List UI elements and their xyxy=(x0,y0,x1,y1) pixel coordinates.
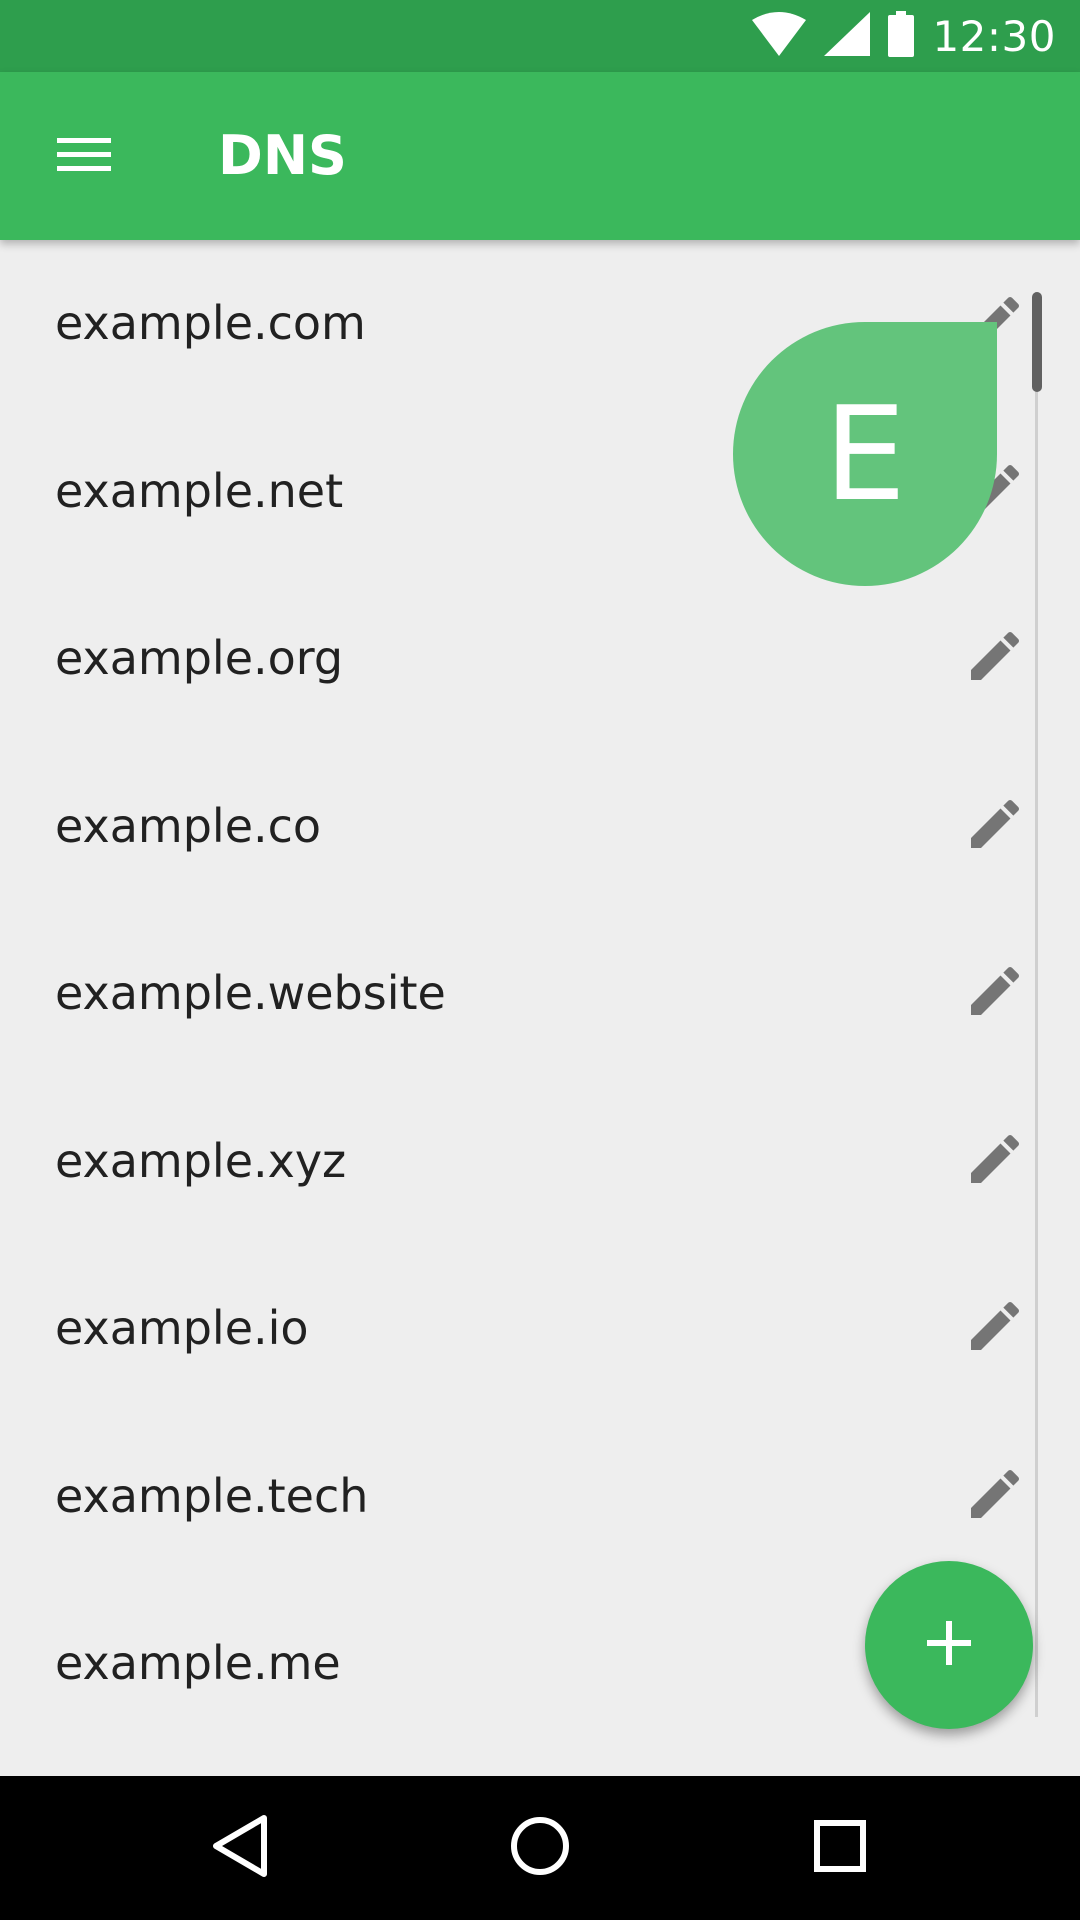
add-domain-button[interactable] xyxy=(865,1561,1033,1729)
home-icon xyxy=(510,1816,570,1880)
scrollbar-thumb[interactable] xyxy=(1032,292,1042,392)
domain-label: example.website xyxy=(55,966,446,1020)
edit-button[interactable] xyxy=(950,1283,1040,1373)
list-item[interactable]: example.tech xyxy=(0,1413,1040,1580)
edit-button[interactable] xyxy=(950,613,1040,703)
pencil-icon xyxy=(963,1462,1027,1530)
list-item[interactable]: example.io xyxy=(0,1245,1040,1412)
edit-button[interactable] xyxy=(950,1451,1040,1541)
menu-icon xyxy=(57,134,111,178)
domain-label: example.io xyxy=(55,1301,309,1355)
list-item[interactable]: example.website xyxy=(0,910,1040,1077)
edit-button[interactable] xyxy=(950,1116,1040,1206)
recents-button[interactable] xyxy=(790,1798,890,1898)
home-button[interactable] xyxy=(490,1798,590,1898)
scrollbar-track xyxy=(1035,292,1038,1717)
domain-label: example.tech xyxy=(55,1468,369,1523)
app-bar: DNS xyxy=(0,72,1080,240)
pencil-icon xyxy=(963,624,1027,692)
domain-label: example.me xyxy=(55,1636,341,1690)
list-item[interactable]: example.xyz xyxy=(0,1078,1040,1245)
status-icons: 12:30 xyxy=(752,0,1056,72)
edit-button[interactable] xyxy=(950,948,1040,1038)
domain-label: example.xyz xyxy=(55,1133,347,1188)
domain-label: example.org xyxy=(55,631,344,685)
menu-button[interactable] xyxy=(32,112,136,200)
recents-icon xyxy=(814,1820,866,1876)
cell-signal-icon xyxy=(824,12,871,60)
pencil-icon xyxy=(963,1127,1027,1195)
pencil-icon xyxy=(963,792,1027,860)
back-button[interactable] xyxy=(190,1798,290,1898)
wifi-icon xyxy=(752,12,807,60)
plus-icon xyxy=(925,1619,973,1671)
status-time: 12:30 xyxy=(932,11,1056,61)
battery-icon xyxy=(888,11,915,61)
pencil-icon xyxy=(963,1294,1027,1362)
page-title: DNS xyxy=(218,124,347,187)
fast-scroll-bubble: E xyxy=(733,322,997,586)
domain-label: example.co xyxy=(55,798,322,853)
domain-label: example.com xyxy=(55,296,366,350)
domain-label: example.net xyxy=(55,463,344,518)
status-bar: 12:30 xyxy=(0,0,1080,72)
back-icon xyxy=(210,1814,270,1882)
list-item[interactable]: example.org xyxy=(0,575,1040,742)
navigation-bar xyxy=(0,1776,1080,1920)
edit-button[interactable] xyxy=(950,781,1040,871)
pencil-icon xyxy=(963,959,1027,1027)
list-item[interactable]: example.co xyxy=(0,743,1040,910)
